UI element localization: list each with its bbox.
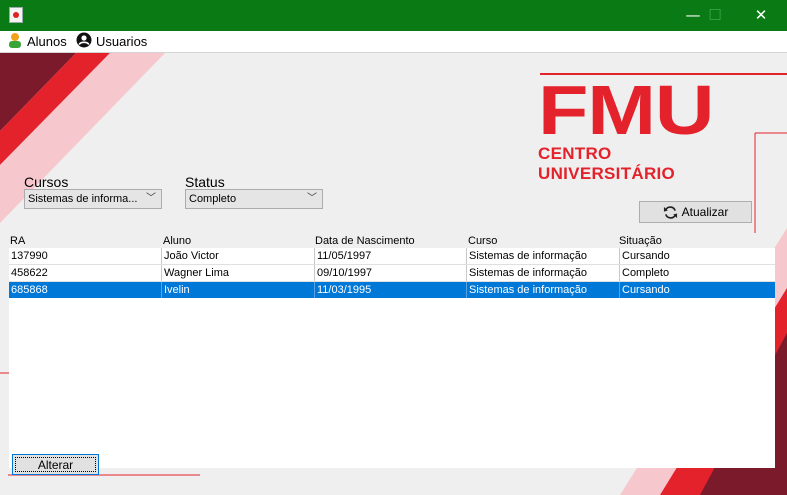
cursos-label: Cursos bbox=[24, 174, 69, 190]
cell-curso: Sistemas de informação bbox=[466, 282, 619, 298]
cell-curso: Sistemas de informação bbox=[466, 248, 619, 264]
cell-ra: 137990 bbox=[11, 250, 48, 262]
cursos-select-value: Sistemas de informa... bbox=[28, 193, 138, 205]
cell-nascimento: 11/03/1995 bbox=[314, 282, 467, 298]
refresh-button[interactable]: Atualizar bbox=[639, 201, 752, 223]
table-row[interactable]: 458622 Wagner Lima 09/10/1997 Sistemas d… bbox=[9, 265, 775, 282]
menu-usuarios[interactable]: Usuarios bbox=[76, 31, 147, 52]
table-header: RA Aluno Data de Nascimento Curso Situaç… bbox=[7, 234, 777, 248]
status-label: Status bbox=[185, 174, 225, 190]
table-row[interactable]: 137990 João Victor 11/05/1997 Sistemas d… bbox=[9, 248, 775, 265]
chevron-down-icon: ﹀ bbox=[146, 193, 156, 204]
column-header-curso[interactable]: Curso bbox=[468, 235, 497, 247]
cell-ra: 458622 bbox=[11, 267, 48, 279]
column-header-nascimento[interactable]: Data de Nascimento bbox=[315, 235, 415, 247]
menu-alunos-label: Alunos bbox=[27, 34, 67, 49]
chevron-down-icon: ﹀ bbox=[307, 193, 317, 204]
cell-situacao: Cursando bbox=[619, 248, 772, 264]
edit-button-label: Alterar bbox=[37, 457, 74, 472]
menu-bar: Alunos Usuarios bbox=[0, 31, 787, 53]
column-header-aluno[interactable]: Aluno bbox=[163, 235, 191, 247]
logo-main-text: FMU bbox=[538, 71, 715, 149]
user-circle-icon bbox=[76, 32, 92, 51]
column-header-situacao[interactable]: Situação bbox=[619, 235, 662, 247]
column-header-ra[interactable]: RA bbox=[10, 235, 25, 247]
fmu-logo: FMU CENTRO UNIVERSITÁRIO bbox=[538, 75, 734, 184]
cell-situacao: Completo bbox=[619, 265, 772, 281]
refresh-button-label: Atualizar bbox=[681, 205, 729, 219]
table-body: 137990 João Victor 11/05/1997 Sistemas d… bbox=[9, 248, 775, 468]
main-panel: FMU CENTRO UNIVERSITÁRIO Cursos Sistemas… bbox=[0, 53, 787, 495]
menu-usuarios-label: Usuarios bbox=[96, 34, 148, 49]
maximize-button: ☐ bbox=[708, 6, 722, 24]
cell-nascimento: 11/05/1997 bbox=[314, 248, 467, 264]
cell-aluno: João Victor bbox=[161, 248, 314, 264]
menu-alunos[interactable]: Alunos bbox=[7, 31, 67, 52]
cell-nascimento: 09/10/1997 bbox=[314, 265, 467, 281]
cell-aluno: Wagner Lima bbox=[161, 265, 314, 281]
edit-button[interactable]: Alterar bbox=[12, 454, 99, 475]
cell-curso: Sistemas de informação bbox=[466, 265, 619, 281]
cursos-select[interactable]: Sistemas de informa... ﹀ bbox=[24, 189, 162, 209]
students-table: RA Aluno Data de Nascimento Curso Situaç… bbox=[7, 234, 777, 468]
table-row-selected[interactable]: 685868 Ivelin 11/03/1995 Sistemas de inf… bbox=[9, 282, 775, 298]
refresh-icon bbox=[663, 205, 678, 220]
logo-sub-text: CENTRO UNIVERSITÁRIO bbox=[538, 144, 676, 183]
java-app-icon bbox=[9, 7, 23, 23]
cell-situacao: Cursando bbox=[619, 282, 772, 298]
student-icon bbox=[7, 32, 23, 51]
cell-aluno: Ivelin bbox=[161, 282, 314, 298]
title-bar: — ☐ ✕ bbox=[0, 0, 787, 31]
status-select-value: Completo bbox=[189, 193, 237, 205]
cell-ra: 685868 bbox=[11, 284, 48, 296]
close-button[interactable]: ✕ bbox=[738, 0, 784, 31]
status-select[interactable]: Completo ﹀ bbox=[185, 189, 323, 209]
